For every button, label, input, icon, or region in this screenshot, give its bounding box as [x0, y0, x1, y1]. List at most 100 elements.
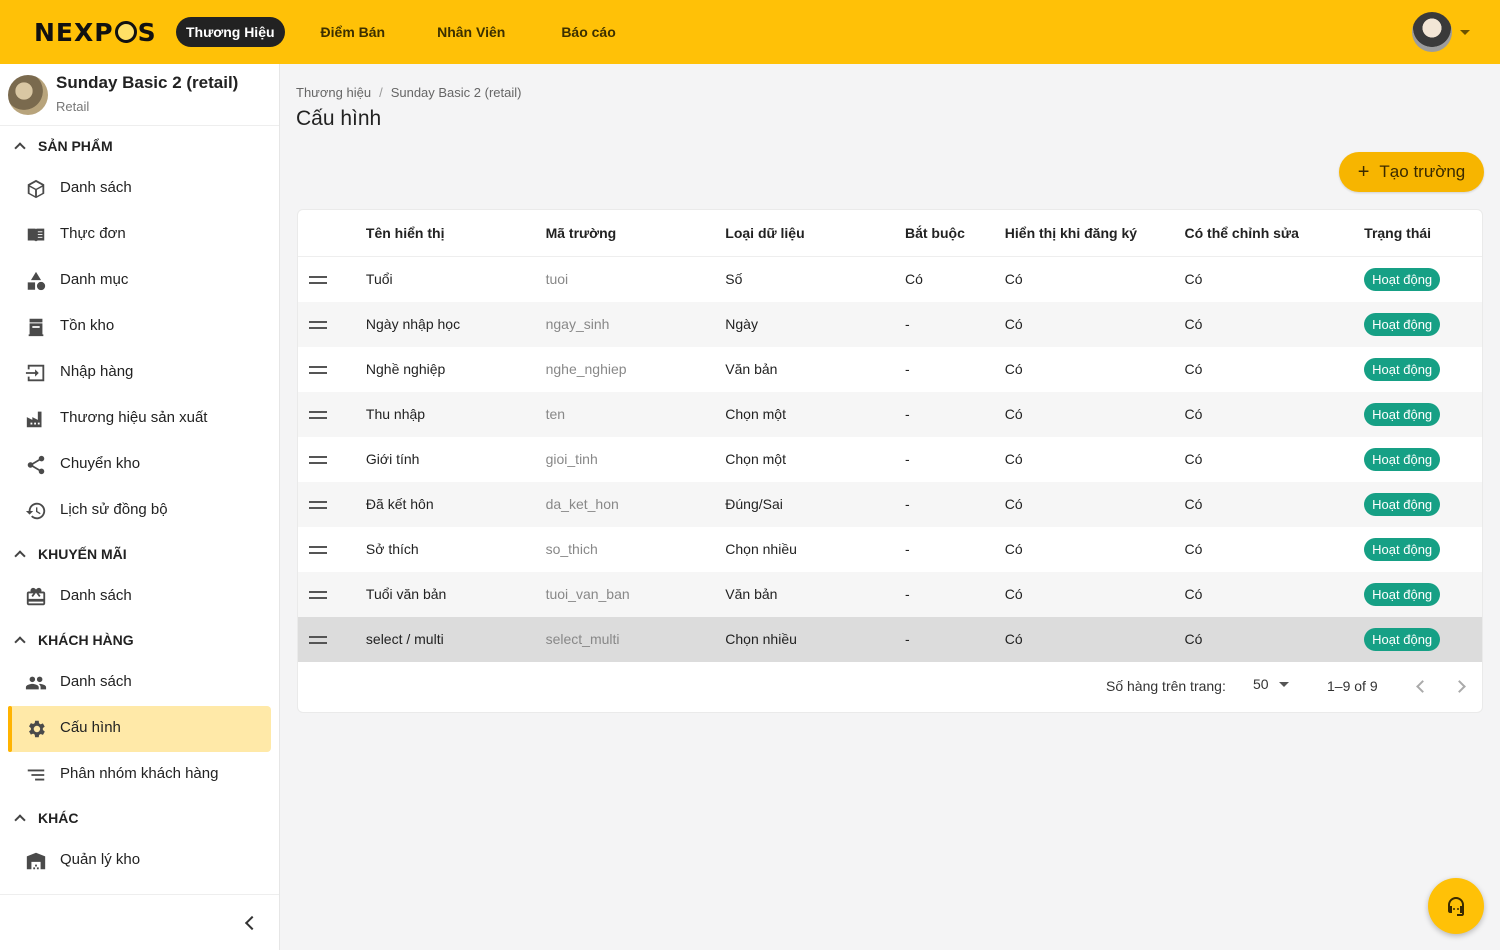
- table-row[interactable]: Thu nhập ten Chọn một - Có Có Hoạt động: [298, 392, 1482, 437]
- section-san-pham[interactable]: SẢN PHẨM: [0, 126, 279, 166]
- nav-nhan-vien[interactable]: Nhân Viên: [427, 17, 515, 47]
- status-cell: Hoạt động: [1364, 628, 1482, 651]
- field-code-cell: so_thich: [545, 540, 598, 557]
- support-chat-button[interactable]: [1428, 878, 1484, 934]
- section-khac[interactable]: KHÁC: [0, 798, 279, 838]
- section-khach-hang[interactable]: KHÁCH HÀNG: [0, 620, 279, 660]
- sidebar-item-transfer[interactable]: Chuyển kho: [8, 442, 271, 488]
- breadcrumb: Thương hiệu / Sunday Basic 2 (retail): [296, 85, 521, 100]
- logo-o-icon: [114, 21, 137, 43]
- sort-icon: [24, 763, 48, 787]
- field-code-cell: nghe_nghiep: [545, 360, 627, 377]
- drag-handle-icon[interactable]: [309, 545, 327, 554]
- chevron-down-icon: [1460, 29, 1470, 35]
- sidebar-item-product-list[interactable]: Danh sách: [8, 166, 271, 212]
- sidebar-item-promotion-list[interactable]: Danh sách: [8, 574, 271, 620]
- table-row[interactable]: Giới tính gioi_tinh Chọn một - Có Có Hoạ…: [298, 437, 1482, 482]
- required-cell: -: [904, 405, 910, 422]
- top-bar: NEXP S Thương Hiệu Điểm Bán Nhân Viên Báo…: [0, 0, 1500, 64]
- drag-cell: [298, 635, 366, 644]
- status-badge: Hoạt động: [1364, 448, 1441, 471]
- required-cell: -: [904, 585, 910, 602]
- data-type-cell: Văn bản: [725, 585, 778, 602]
- giftcard-icon: [24, 585, 48, 609]
- section-khuyen-mai[interactable]: KHUYẾN MÃI: [0, 534, 279, 574]
- nexpos-logo[interactable]: NEXP S: [34, 17, 157, 47]
- logo-text-end: S: [137, 17, 157, 47]
- create-field-label: Tạo trường: [1379, 162, 1466, 181]
- status-cell: Hoạt động: [1364, 268, 1482, 291]
- data-type-cell: Số: [725, 270, 743, 287]
- drag-handle-icon[interactable]: [309, 500, 327, 509]
- chevron-up-icon: [14, 550, 26, 562]
- sidebar-item-customer-groups[interactable]: Phân nhóm khách hàng: [8, 752, 271, 798]
- table-row[interactable]: Nghề nghiệp nghe_nghiep Văn bản - Có Có …: [298, 347, 1482, 392]
- sidebar-item-manufacturer[interactable]: Thương hiệu sản xuất: [8, 396, 271, 442]
- next-page-button[interactable]: [1455, 682, 1465, 692]
- sidebar-item-warehouse[interactable]: Quản lý kho: [8, 838, 271, 884]
- drag-handle-icon[interactable]: [309, 635, 327, 644]
- table-row[interactable]: Tuổi tuoi Số Có Có Có Hoạt động: [298, 257, 1482, 302]
- sidebar-item-label: Tồn kho: [60, 316, 115, 334]
- previous-page-button[interactable]: [1415, 682, 1425, 692]
- show-on-register-cell: Có: [1004, 585, 1023, 602]
- status-cell: Hoạt động: [1364, 583, 1482, 606]
- breadcrumb-separator: /: [379, 85, 383, 100]
- field-code-cell: tuoi_van_ban: [545, 585, 630, 602]
- column-header: Trạng thái: [1364, 225, 1432, 241]
- sidebar-item-label: Thực đơn: [60, 224, 126, 242]
- editable-cell: Có: [1184, 630, 1203, 647]
- rows-per-page-select[interactable]: 50: [1253, 676, 1289, 692]
- required-cell: Có: [904, 270, 923, 287]
- table-row[interactable]: Đã kết hôn da_ket_hon Đúng/Sai - Có Có H…: [298, 482, 1482, 527]
- status-badge: Hoạt động: [1364, 268, 1441, 291]
- inventory-icon: [24, 315, 48, 339]
- drag-handle-icon[interactable]: [309, 365, 327, 374]
- create-field-button[interactable]: + Tạo trường: [1339, 152, 1484, 192]
- drag-handle-icon[interactable]: [309, 320, 327, 329]
- sidebar-item-import[interactable]: Nhập hàng: [8, 350, 271, 396]
- sidebar-item-menu[interactable]: Thực đơn: [8, 212, 271, 258]
- headset-icon: [1448, 897, 1464, 916]
- nav-diem-ban[interactable]: Điểm Bán: [311, 17, 396, 47]
- table-row[interactable]: Tuổi văn bản tuoi_van_ban Văn bản - Có C…: [298, 572, 1482, 617]
- drag-handle-icon[interactable]: [309, 455, 327, 464]
- sidebar-item-label: Cấu hình: [60, 718, 121, 736]
- table-row[interactable]: Ngày nhập học ngay_sinh Ngày - Có Có Hoạ…: [298, 302, 1482, 347]
- sidebar-item-customer-list[interactable]: Danh sách: [8, 660, 271, 706]
- drag-handle-icon[interactable]: [309, 275, 327, 284]
- drag-handle-icon[interactable]: [309, 410, 327, 419]
- brand-header: Sunday Basic 2 (retail) Retail: [0, 64, 279, 126]
- drag-cell: [298, 590, 366, 599]
- editable-cell: Có: [1184, 315, 1203, 332]
- chevron-up-icon: [14, 814, 26, 826]
- status-badge: Hoạt động: [1364, 358, 1441, 381]
- display-name-cell: Sở thích: [365, 540, 419, 557]
- sidebar-item-customer-config[interactable]: Cấu hình: [8, 706, 271, 752]
- sidebar-item-sync-history[interactable]: Lịch sử đồng bộ: [8, 488, 271, 534]
- sidebar-item-category[interactable]: Danh mục: [8, 258, 271, 304]
- drag-cell: [298, 365, 366, 374]
- user-menu[interactable]: [1412, 12, 1470, 52]
- sidebar-item-label: Danh sách: [60, 586, 132, 604]
- sidebar-item-inventory[interactable]: Tồn kho: [8, 304, 271, 350]
- breadcrumb-brand[interactable]: Thương hiệu: [296, 85, 371, 100]
- breadcrumb-current[interactable]: Sunday Basic 2 (retail): [391, 85, 522, 100]
- gear-icon: [24, 717, 48, 741]
- sidebar-item-label: Nhập hàng: [60, 362, 134, 380]
- status-cell: Hoạt động: [1364, 493, 1482, 516]
- column-header: Hiển thị khi đăng ký: [1004, 225, 1138, 241]
- input-icon: [24, 361, 48, 385]
- section-label: KHÁC: [38, 810, 79, 826]
- nav-bao-cao[interactable]: Báo cáo: [551, 17, 625, 47]
- editable-cell: Có: [1184, 585, 1203, 602]
- drag-handle-icon[interactable]: [309, 590, 327, 599]
- field-code-cell: gioi_tinh: [545, 450, 598, 467]
- collapse-sidebar-button[interactable]: [242, 915, 258, 931]
- show-on-register-cell: Có: [1004, 315, 1023, 332]
- rows-per-page-label: Số hàng trên trang:: [1106, 678, 1226, 694]
- table-row[interactable]: select / multi select_multi Chọn nhiều -…: [298, 617, 1482, 662]
- table-row[interactable]: Sở thích so_thich Chọn nhiều - Có Có Hoạ…: [298, 527, 1482, 572]
- nav-thuong-hieu[interactable]: Thương Hiệu: [176, 17, 285, 47]
- chevron-up-icon: [14, 142, 26, 154]
